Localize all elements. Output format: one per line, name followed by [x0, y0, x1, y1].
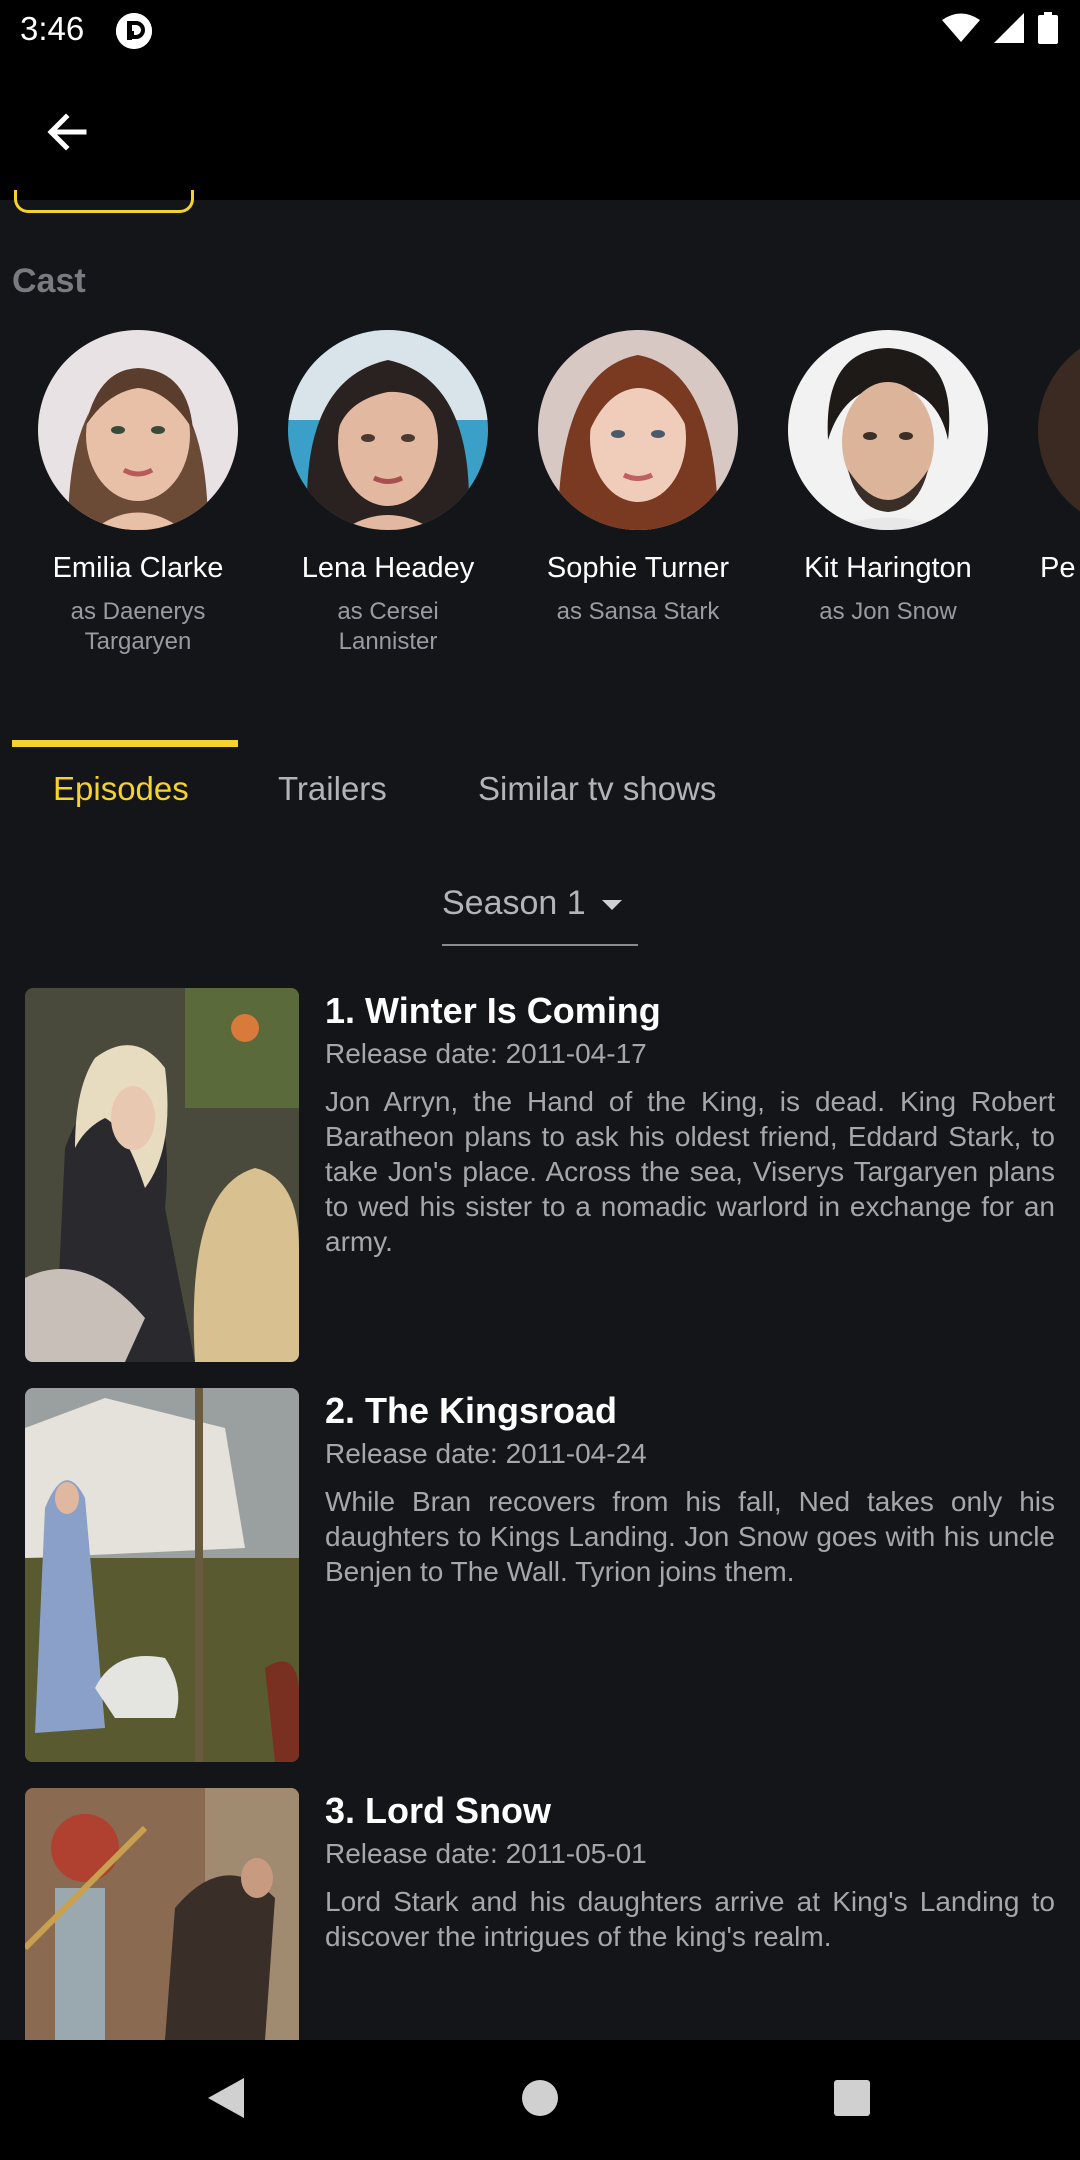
cast-name: Pe — [1040, 552, 1076, 584]
cast-card[interactable]: Sophie Turner as Sansa Stark — [513, 330, 763, 627]
episode-info: 3. Lord Snow Release date: 2011-05-01 Lo… — [325, 1788, 1055, 1954]
tab-trailers[interactable]: Trailers — [278, 770, 387, 808]
episode-description: While Bran recovers from his fall, Ned t… — [325, 1486, 1055, 1587]
caret-down-icon — [602, 900, 622, 910]
episode-description: Lord Stark and his daughters arrive at K… — [325, 1886, 1055, 1952]
square-recents-icon — [834, 2080, 870, 2116]
app-bar — [0, 60, 1080, 200]
cast-list[interactable]: Emilia Clarke as Daenerys Targaryen Lena… — [0, 330, 1080, 670]
nav-back-button[interactable] — [196, 2068, 256, 2128]
episode-title: 3. Lord Snow — [325, 1790, 552, 1831]
season-dropdown[interactable]: Season 1 — [442, 878, 638, 946]
cast-card[interactable]: Pe — [1013, 330, 1080, 585]
battery-icon — [1038, 12, 1058, 49]
episode-release-date: Release date: 2011-05-01 — [325, 1838, 647, 1869]
cast-name: Kit Harington — [804, 552, 972, 584]
cast-role: as Cersei Lannister — [337, 598, 439, 655]
avatar — [1038, 330, 1080, 530]
tab-episodes[interactable]: Episodes — [53, 770, 189, 808]
episode-title: 2. The Kingsroad — [325, 1390, 618, 1431]
episode-info: 2. The Kingsroad Release date: 2011-04-2… — [325, 1388, 1055, 1589]
wifi-icon — [942, 13, 980, 48]
back-button[interactable] — [40, 102, 100, 162]
episode-description: Jon Arryn, the Hand of the King, is dead… — [325, 1086, 1055, 1257]
episode-item[interactable]: 3. Lord Snow Release date: 2011-05-01 Lo… — [25, 1788, 1055, 2040]
avatar — [38, 330, 238, 530]
cast-role: as Sansa Stark — [556, 598, 720, 625]
cast-name: Sophie Turner — [546, 552, 730, 584]
cast-heading: Cast — [12, 262, 86, 300]
cast-name: Emilia Clarke — [52, 552, 224, 584]
cast-card[interactable]: Lena Headey as Cersei Lannister — [263, 330, 513, 657]
cast-role: as Daenerys Targaryen — [70, 598, 206, 655]
system-nav-bar — [0, 2040, 1080, 2160]
tab-indicator — [12, 740, 238, 747]
cast-card[interactable]: Emilia Clarke as Daenerys Targaryen — [13, 330, 263, 657]
avatar — [788, 330, 988, 530]
episode-thumbnail — [25, 988, 299, 1362]
episode-thumbnail — [25, 1388, 299, 1762]
season-value: Season 1 — [442, 884, 586, 922]
episode-item[interactable]: 2. The Kingsroad Release date: 2011-04-2… — [25, 1388, 1055, 1762]
status-bar: 3:46 — [0, 0, 1080, 60]
cast-card[interactable]: Kit Harington as Jon Snow — [763, 330, 1013, 627]
nav-home-button[interactable] — [510, 2068, 570, 2128]
avatar — [538, 330, 738, 530]
cast-name: Lena Headey — [301, 552, 475, 584]
episode-release-date: Release date: 2011-04-24 — [325, 1438, 647, 1469]
triangle-back-icon — [208, 2078, 244, 2118]
episode-info: 1. Winter Is Coming Release date: 2011-0… — [325, 988, 1055, 1259]
avatar — [288, 330, 488, 530]
status-time: 3:46 — [20, 10, 85, 47]
episode-item[interactable]: 1. Winter Is Coming Release date: 2011-0… — [25, 988, 1055, 1362]
circle-home-icon — [522, 2080, 558, 2116]
genre-chip[interactable] — [14, 190, 194, 213]
arrow-left-icon — [47, 113, 87, 151]
cast-role: as Jon Snow — [819, 598, 957, 625]
cell-signal-icon — [994, 13, 1024, 48]
nav-recents-button[interactable] — [822, 2068, 882, 2128]
tab-similar-tv-shows[interactable]: Similar tv shows — [478, 770, 716, 808]
tab-bar: Episodes Trailers Similar tv shows — [0, 740, 1080, 840]
episode-release-date: Release date: 2011-04-17 — [325, 1038, 647, 1069]
episode-thumbnail — [25, 1788, 299, 2040]
episode-title: 1. Winter Is Coming — [325, 990, 661, 1031]
notification-app-icon — [116, 13, 152, 49]
